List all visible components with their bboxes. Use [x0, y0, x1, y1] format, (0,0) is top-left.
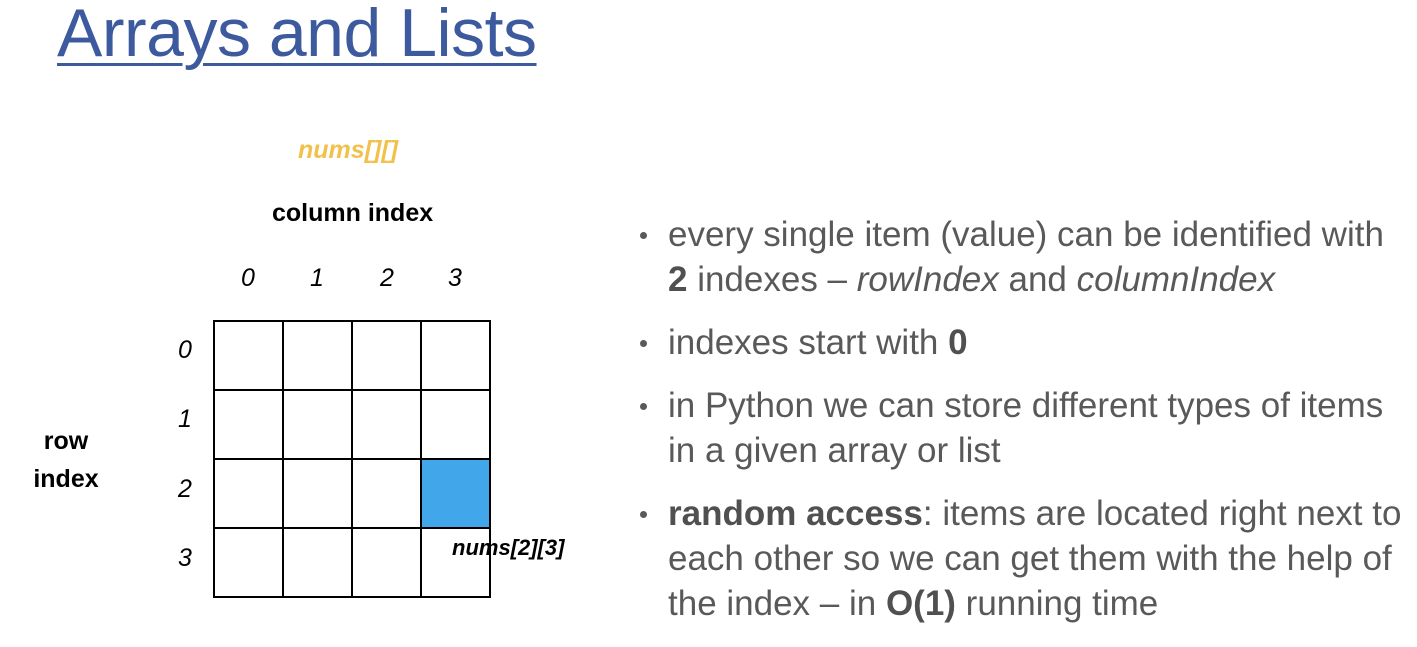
grid-cell [353, 391, 422, 460]
bullet-list: every single item (value) can be identif… [636, 212, 1406, 644]
grid-cell [422, 391, 491, 460]
grid-cell [215, 529, 284, 598]
grid-cell-highlighted [422, 460, 491, 529]
bullet-bold-text: 0 [948, 323, 968, 362]
array-name-label: nums[][] [298, 136, 398, 164]
row-index-2: 2 [178, 475, 192, 503]
page-title: Arrays and Lists [57, 0, 537, 71]
row-index-0: 0 [178, 336, 192, 364]
grid-cell [284, 460, 353, 529]
row-index-title: row index [26, 422, 106, 498]
column-index-3: 3 [448, 264, 462, 292]
row-index-title-line2: index [33, 465, 99, 493]
grid-cell [353, 322, 422, 391]
row-index-1: 1 [178, 405, 192, 433]
grid-cell [215, 322, 284, 391]
bullet-text: and [998, 260, 1077, 299]
highlighted-cell-label: nums[2][3] [452, 535, 565, 560]
column-index-1: 1 [310, 264, 324, 292]
bullet-text: indexes – [687, 260, 857, 299]
grid-cell [353, 529, 422, 598]
bullet-item: every single item (value) can be identif… [636, 212, 1406, 302]
grid-cell [284, 529, 353, 598]
bullet-text: every single item (value) can be identif… [668, 215, 1384, 254]
bullet-dot-icon [640, 340, 647, 347]
row-index-title-line1: row [43, 427, 89, 455]
bullet-bold-text: O(1) [885, 584, 956, 623]
bullet-text: in Python we can store different types o… [668, 386, 1384, 470]
grid-cell [284, 391, 353, 460]
bullet-item: in Python we can store different types o… [636, 383, 1406, 473]
array-grid [213, 320, 491, 598]
bullet-dot-icon [640, 403, 647, 410]
grid-cell [284, 322, 353, 391]
grid-cell [215, 460, 284, 529]
row-index-3: 3 [178, 544, 192, 572]
grid-cell [353, 460, 422, 529]
column-index-title: column index [272, 199, 434, 227]
bullet-text: indexes start with [668, 323, 949, 362]
bullet-dot-icon [640, 511, 647, 518]
bullet-text: running time [955, 584, 1159, 623]
column-index-2: 2 [380, 264, 394, 292]
bullet-item: random access: items are located right n… [636, 491, 1406, 626]
bullet-italic-text: columnIndex [1076, 260, 1276, 299]
bullet-bold-text: random access [668, 494, 923, 533]
column-index-0: 0 [241, 264, 255, 292]
bullet-bold-text: 2 [668, 260, 688, 299]
grid-cell [422, 322, 491, 391]
bullet-dot-icon [640, 232, 647, 239]
bullet-item: indexes start with 0 [636, 320, 1406, 365]
bullet-italic-text: rowIndex [856, 260, 999, 299]
grid-cell [215, 391, 284, 460]
